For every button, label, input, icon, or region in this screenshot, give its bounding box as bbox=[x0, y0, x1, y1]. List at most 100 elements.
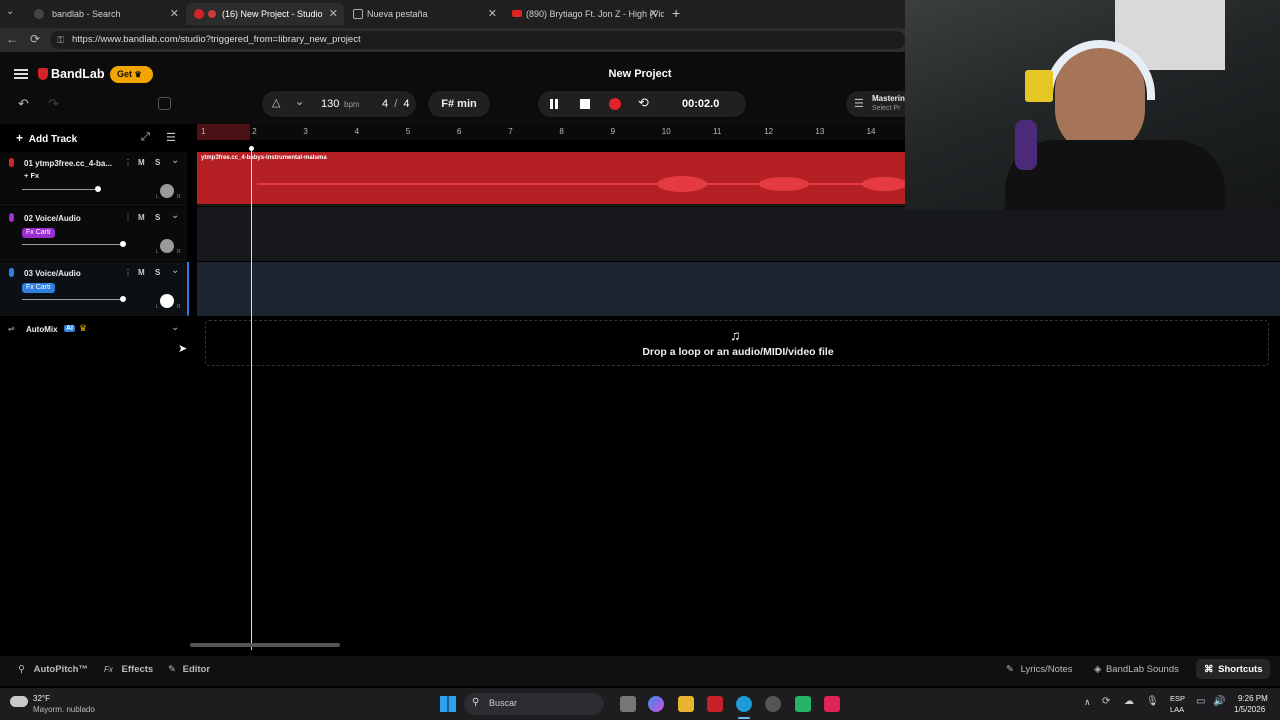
track-lane-02[interactable] bbox=[197, 207, 1280, 261]
close-tab-icon[interactable]: ✕ bbox=[170, 7, 179, 20]
expand-chevron-icon[interactable]: ⌄ bbox=[171, 265, 179, 276]
loop-icon[interactable]: ⟲ bbox=[638, 95, 649, 111]
tab-youtube-video[interactable]: (890) Brytiago Ft. Jon Z - High (Vid ✕ bbox=[504, 3, 664, 25]
automix-row[interactable]: ⇌ AutoMix AI ♛ ⌄ bbox=[0, 322, 187, 340]
lyrics-notes-button[interactable]: ✎ Lyrics/Notes bbox=[1006, 664, 1073, 675]
new-tab-plus-icon[interactable]: + bbox=[672, 5, 680, 21]
volume-knob[interactable] bbox=[95, 186, 101, 192]
metronome-dropdown-icon[interactable]: ⌄ bbox=[295, 95, 304, 108]
tray-mic-icon[interactable]: 🎙 bbox=[1146, 696, 1159, 707]
reload-icon[interactable]: ⟳ bbox=[30, 32, 40, 46]
editor-button[interactable]: ✎ Editor bbox=[168, 664, 210, 675]
track-settings-icon[interactable]: ☰ bbox=[166, 131, 176, 144]
tray-cloud-icon[interactable]: ☁ bbox=[1124, 696, 1134, 707]
pan-knob[interactable] bbox=[160, 239, 174, 253]
add-track-button[interactable]: + Add Track bbox=[16, 131, 77, 145]
stop-icon[interactable] bbox=[580, 99, 590, 109]
mute-button[interactable]: M bbox=[138, 158, 145, 167]
close-tab-icon[interactable]: ✕ bbox=[649, 7, 658, 20]
bandlab-sounds-button[interactable]: ◈ BandLab Sounds bbox=[1094, 664, 1179, 675]
mute-button[interactable]: M bbox=[138, 213, 145, 222]
tray-sync-icon[interactable]: ⟳ bbox=[1102, 696, 1110, 707]
track-name[interactable]: 02 Voice/Audio bbox=[24, 214, 81, 223]
solo-button[interactable]: S bbox=[155, 213, 160, 222]
shortcuts-button[interactable]: ⌘ Shortcuts bbox=[1196, 659, 1270, 679]
close-tab-icon[interactable]: ✕ bbox=[488, 7, 497, 20]
undo-icon[interactable]: ↶ bbox=[18, 96, 29, 112]
volume-slider[interactable] bbox=[22, 241, 126, 247]
track-more-icon[interactable]: ⋮ bbox=[124, 268, 132, 277]
copilot-icon[interactable] bbox=[648, 696, 664, 712]
tab-new-project-studio[interactable]: (16) New Project - Studio ✕ bbox=[186, 3, 344, 25]
volume-icon[interactable]: 🔊 bbox=[1213, 696, 1225, 707]
volume-knob[interactable] bbox=[120, 296, 126, 302]
task-view-icon[interactable] bbox=[620, 696, 636, 712]
playhead-handle[interactable] bbox=[249, 146, 254, 151]
tab-bandlab-search[interactable]: bandlab - Search ✕ bbox=[22, 3, 185, 25]
language-code[interactable]: ESP bbox=[1170, 694, 1185, 703]
time-signature[interactable]: 4 / 4 bbox=[382, 98, 409, 110]
clock-time[interactable]: 9:26 PM bbox=[1238, 694, 1268, 703]
tray-chevron-icon[interactable]: ∧ bbox=[1084, 697, 1091, 708]
language-region[interactable]: LAA bbox=[1170, 705, 1184, 714]
site-info-icon[interactable]: ⚿ bbox=[57, 31, 64, 49]
volume-knob[interactable] bbox=[120, 241, 126, 247]
tools-wand-icon[interactable]: ⤢ bbox=[141, 131, 150, 144]
pan-knob[interactable] bbox=[160, 184, 174, 198]
url-field[interactable]: ⚿ https://www.bandlab.com/studio?trigger… bbox=[50, 31, 905, 49]
track-lane-03[interactable] bbox=[197, 262, 1280, 316]
audio-clip[interactable]: ytmp3free.cc_4-babys-instrumental-maluma bbox=[197, 152, 907, 204]
tab-nueva-pestana[interactable]: Nueva pestaña ✕ bbox=[345, 3, 503, 25]
windows-start-icon[interactable] bbox=[440, 696, 456, 712]
autopitch-button[interactable]: ⚲ AutoPitch™ bbox=[18, 664, 88, 675]
track-header-03[interactable]: 03 Voice/Audio Fx Carti ⋮ M S ⌄ L R bbox=[0, 262, 189, 316]
expand-chevron-icon[interactable]: ⌄ bbox=[171, 155, 179, 166]
track-header-01[interactable]: 01 ytmp3free.cc_4-ba... + Fx ⋮ M S ⌄ L R bbox=[0, 152, 187, 206]
project-title[interactable]: New Project bbox=[600, 68, 680, 80]
fx-preset-tag[interactable]: Fx Carti bbox=[22, 228, 55, 238]
mastering-button[interactable]: ☰ Masterin Select Pr bbox=[846, 91, 906, 117]
mute-button[interactable]: M bbox=[138, 268, 145, 277]
track-name[interactable]: 03 Voice/Audio bbox=[24, 269, 81, 278]
get-membership-button[interactable]: Get ♛ bbox=[110, 66, 153, 83]
pan-knob[interactable] bbox=[160, 294, 174, 308]
fx-preset-tag[interactable]: Fx Carti bbox=[22, 283, 55, 293]
weather-cloud-icon[interactable] bbox=[10, 696, 28, 707]
horizontal-scrollbar[interactable] bbox=[190, 643, 340, 647]
close-tab-icon[interactable]: ✕ bbox=[329, 7, 338, 20]
taskbar-search-box[interactable]: ⚲ Buscar bbox=[464, 693, 604, 715]
back-arrow-icon[interactable]: ← bbox=[6, 32, 18, 46]
pause-icon[interactable] bbox=[550, 99, 558, 109]
solo-button[interactable]: S bbox=[155, 268, 160, 277]
track-more-icon[interactable]: ⋮ bbox=[124, 213, 132, 222]
tab-menu-icon[interactable]: ⌄ bbox=[6, 6, 20, 20]
edge-browser-icon[interactable] bbox=[736, 696, 752, 712]
clock-date[interactable]: 1/5/2026 bbox=[1234, 705, 1265, 714]
key-selector[interactable]: F# min bbox=[428, 91, 490, 117]
effects-button[interactable]: Fx Effects bbox=[104, 664, 153, 675]
volume-slider[interactable] bbox=[22, 296, 126, 302]
solo-button[interactable]: S bbox=[155, 158, 160, 167]
expand-chevron-icon[interactable]: ⌄ bbox=[171, 210, 179, 221]
mcafee-icon[interactable] bbox=[707, 696, 723, 712]
track-header-02[interactable]: 02 Voice/Audio Fx Carti ⋮ M S ⌄ L R bbox=[0, 207, 187, 261]
hamburger-menu-icon[interactable] bbox=[14, 69, 28, 79]
weather-temp[interactable]: 32°F bbox=[33, 694, 50, 703]
record-icon[interactable] bbox=[609, 98, 621, 110]
track-more-icon[interactable]: ⋮ bbox=[124, 158, 132, 167]
file-explorer-icon[interactable] bbox=[678, 696, 694, 712]
metronome-icon[interactable]: △ bbox=[272, 96, 280, 109]
store-icon[interactable] bbox=[795, 696, 811, 712]
volume-slider[interactable] bbox=[22, 186, 101, 192]
add-fx-link[interactable]: + Fx bbox=[24, 171, 39, 180]
save-status-icon[interactable] bbox=[158, 97, 171, 110]
bpm-value[interactable]: 130 bbox=[321, 98, 339, 110]
playhead[interactable] bbox=[251, 148, 252, 650]
drop-zone[interactable]: ♫ Drop a loop or an audio/MIDI/video fil… bbox=[205, 320, 1269, 366]
track-name[interactable]: 01 ytmp3free.cc_4-ba... bbox=[24, 159, 112, 168]
app-icon[interactable] bbox=[765, 696, 781, 712]
redo-icon[interactable]: ↷ bbox=[48, 96, 59, 112]
tiktok-icon[interactable] bbox=[824, 696, 840, 712]
weather-desc[interactable]: Mayorm. nublado bbox=[33, 705, 95, 714]
monitor-icon[interactable]: ▭ bbox=[1196, 696, 1205, 707]
